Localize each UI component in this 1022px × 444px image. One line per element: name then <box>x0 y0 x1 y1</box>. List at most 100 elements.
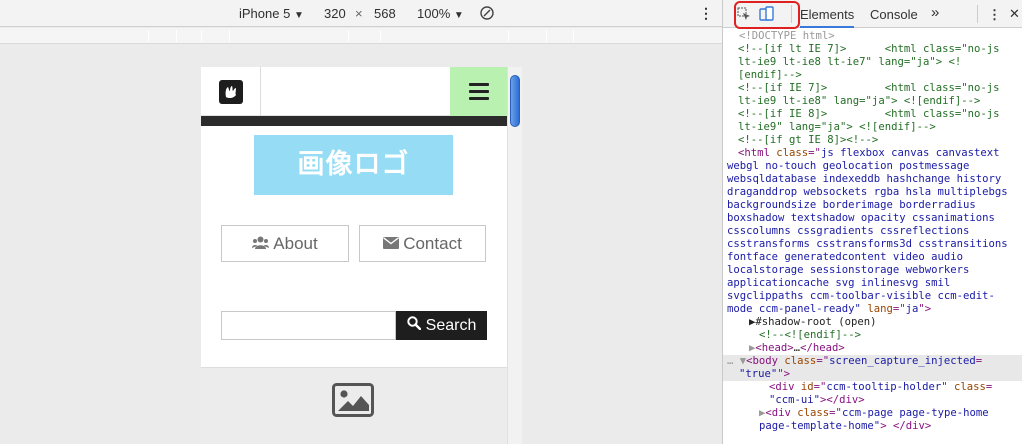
dom-tree-text: <!--[if gt IE 8]><!--> <box>738 134 879 146</box>
dom-tree-line[interactable]: lt-ie9" lang="ja"> <![endif]--> <box>723 121 1022 134</box>
dom-tree-token: = <box>975 355 983 367</box>
dom-tree-token: <div <box>769 381 801 393</box>
search-button[interactable]: Search <box>396 311 487 340</box>
dom-tree-token: " <box>941 381 954 393</box>
dom-tree-line[interactable]: … ▼<body class="screen_capture_injected= <box>723 355 1022 368</box>
about-label: About <box>273 233 318 253</box>
dom-tree-line[interactable]: svgclippaths ccm-toolbar-visible ccm-edi… <box>723 290 1022 303</box>
viewport-scrollbar[interactable] <box>507 67 522 444</box>
dom-tree-text: <!--[if IE 7]> <html class="no-js <box>738 82 1000 94</box>
device-select[interactable]: iPhone 5 ▼ <box>239 6 304 21</box>
site-logo-image[interactable]: 画像ロゴ <box>254 135 453 195</box>
dom-tree-text: lt-ie9 lt-ie8 lt-ie7" lang="ja"> <! <box>738 56 962 68</box>
dom-tree-token: class <box>797 407 830 419</box>
dom-tree-text: lt-ie9 lt-ie8" lang="ja"> <![endif]--> <box>738 95 981 107</box>
hamburger-icon <box>469 83 489 86</box>
dom-tree-token: lang <box>867 303 893 315</box>
dimension-separator: × <box>355 6 363 21</box>
more-options-icon[interactable]: ⋮ <box>699 5 713 22</box>
dom-tree-token: =" <box>892 303 906 315</box>
concrete5-logo-icon[interactable] <box>219 80 243 104</box>
header-divider <box>260 67 261 116</box>
dom-tree-line[interactable]: localstorage sessionstorage webworkers <box>723 264 1022 277</box>
toolbar-divider <box>791 5 792 23</box>
dom-tree-token: class <box>784 355 817 367</box>
dom-tree-text: <!--[if lt IE 7]> <html class="no-js <box>738 43 1000 55</box>
dom-tree-token: screen_capture_injected <box>829 355 976 367</box>
dom-tree-line[interactable]: <html class="js flexbox canvas canvastex… <box>723 147 1022 160</box>
contact-button[interactable]: Contact <box>359 225 486 262</box>
devtools-menu-icon[interactable]: ⋮ <box>988 7 1001 23</box>
dom-tree-line[interactable]: <!--[if gt IE 8]><!--> <box>723 134 1022 147</box>
dom-tree-line[interactable]: page-template-home"> </div> <box>723 420 1022 433</box>
devtools-toolbar: Elements Console » ⋮ ✕ <box>723 0 1022 29</box>
dom-tree-line[interactable]: [endif]--> <box>723 69 1022 82</box>
dom-tree-line[interactable]: websqldatabase indexeddb hashchange hist… <box>723 173 1022 186</box>
dom-tree-line[interactable]: fontface generatedcontent video audio <box>723 251 1022 264</box>
dom-tree-line[interactable]: <!--[if lt IE 7]> <html class="no-js <box>723 43 1022 56</box>
dom-tree-token: "> <box>777 368 791 380</box>
dom-tree-token: <html <box>738 147 777 159</box>
dom-tree-token: js flexbox canvas canvastext <box>820 147 1000 159</box>
dom-tree-line[interactable]: <!--[if IE 8]> <html class="no-js <box>723 108 1022 121</box>
dom-tree-line[interactable]: boxshadow textshadow opacity cssanimatio… <box>723 212 1022 225</box>
dom-tree-text: applicationcache svg inlinesvg smil <box>727 277 951 289</box>
dom-tree-token: =" <box>808 147 821 159</box>
search-input[interactable] <box>221 311 396 340</box>
dom-tree-text: backgroundsize borderimage borderradius <box>727 199 976 211</box>
device-emulation-area: iPhone 5 ▼ 320 × 568 100% ▼ ⋮ 画像ロゴ About… <box>0 0 722 444</box>
dom-tree-token: class <box>776 147 809 159</box>
dom-tree-line[interactable]: backgroundsize borderimage borderradius <box>723 199 1022 212</box>
height-field[interactable]: 568 <box>374 6 396 21</box>
dom-tree-line[interactable]: csscolumns cssgradients cssreflections <box>723 225 1022 238</box>
dom-tree-line[interactable]: lt-ie9 lt-ie8 lt-ie7" lang="ja"> <! <box>723 56 1022 69</box>
dom-tree-text: [endif]--> <box>738 69 802 81</box>
dom-tree-text: <!--[if IE 8]> <html class="no-js <box>738 108 1000 120</box>
dom-tree-text: localstorage sessionstorage webworkers <box>727 264 970 276</box>
dom-tree-text: fontface generatedcontent video audio <box>727 251 963 263</box>
dom-tree-line[interactable]: ▶<div class="ccm-page page-type-home <box>723 407 1022 420</box>
dom-tree-token: =" <box>813 381 827 393</box>
search-icon <box>406 316 421 335</box>
dom-tree-line[interactable]: <div id="ccm-tooltip-holder" class= <box>723 381 1022 394</box>
dom-tree-token: mode ccm-panel-ready" <box>727 303 868 315</box>
dom-tree-line[interactable]: <!--<![endif]--> <box>723 329 1022 342</box>
dom-tree-line[interactable]: <!--[if IE 7]> <html class="no-js <box>723 82 1022 95</box>
dom-tree-line[interactable]: applicationcache svg inlinesvg smil <box>723 277 1022 290</box>
search-label: Search <box>425 316 477 334</box>
rotate-icon[interactable] <box>479 5 495 24</box>
dom-tree-line[interactable]: csstransforms csstransforms3d csstransit… <box>723 238 1022 251</box>
dom-tree-line[interactable]: <!DOCTYPE html> <box>723 30 1022 43</box>
dom-tree-line[interactable]: "ccm-ui"></div> <box>723 394 1022 407</box>
dom-tree-token: <body <box>746 355 785 367</box>
scrollbar-thumb[interactable] <box>510 75 520 127</box>
dom-tree-line[interactable]: "true""> <box>723 368 1022 381</box>
menu-toggle-button[interactable] <box>450 67 508 116</box>
dom-tree-token: > </div> <box>880 420 932 432</box>
dom-tree-token: "> <box>918 303 932 315</box>
zoom-value: 100% <box>417 6 451 21</box>
device-name: iPhone 5 <box>239 6 291 21</box>
dom-tree-text: lt-ie9" lang="ja"> <![endif]--> <box>738 121 936 133</box>
dom-tree-line[interactable]: lt-ie9 lt-ie8" lang="ja"> <![endif]--> <box>723 95 1022 108</box>
dom-tree-line[interactable]: ▶<head>…</head> <box>723 342 1022 355</box>
more-tabs-icon[interactable]: » <box>931 4 939 21</box>
site-header <box>201 67 508 116</box>
zoom-select[interactable]: 100% ▼ <box>417 6 464 21</box>
dom-tree-text: svgclippaths ccm-toolbar-visible ccm-edi… <box>727 290 995 302</box>
toolbar-divider <box>977 5 978 23</box>
dom-tree-token: class <box>954 381 986 393</box>
tab-console[interactable]: Console <box>870 7 918 22</box>
dom-tree-text: <!DOCTYPE html> <box>739 30 835 42</box>
width-field[interactable]: 320 <box>324 6 346 21</box>
close-icon[interactable]: ✕ <box>1009 6 1020 22</box>
dom-tree-text: csstransforms csstransforms3d csstransit… <box>727 238 1008 250</box>
dom-tree-line[interactable]: webgl no-touch geolocation postmessage <box>723 160 1022 173</box>
dom-tree-line[interactable]: draganddrop websockets rgba hsla multipl… <box>723 186 1022 199</box>
media-query-ruler <box>0 28 722 44</box>
tab-elements[interactable]: Elements <box>800 7 855 28</box>
contact-label: Contact <box>403 233 462 253</box>
dom-tree-line[interactable]: mode ccm-panel-ready" lang="ja"> <box>723 303 1022 316</box>
dom-tree-line[interactable]: ▶#shadow-root (open) <box>723 316 1022 329</box>
about-button[interactable]: About <box>221 225 349 262</box>
